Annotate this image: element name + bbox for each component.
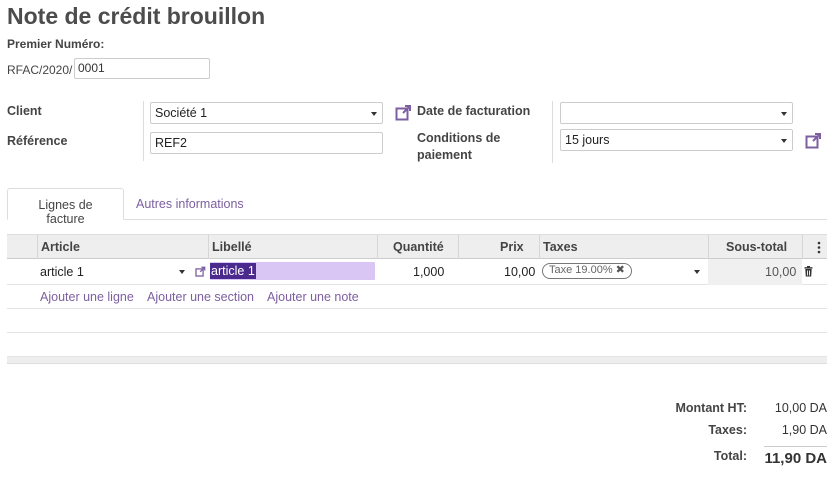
amount-ht-value: 10,00 DA — [774, 401, 827, 415]
column-libelle[interactable]: Libellé — [212, 240, 252, 254]
payment-terms-value: 15 jours — [565, 133, 610, 147]
invoice-date-label: Date de facturation — [417, 104, 531, 118]
chevron-down-icon — [781, 139, 787, 143]
row-libelle[interactable]: article 1 — [210, 263, 256, 279]
empty-row — [7, 309, 827, 333]
notebook-tabs: Lignes de facture Autres informations — [7, 188, 827, 226]
taxes-value: 1,90 DA — [781, 423, 827, 437]
column-quantite[interactable]: Quantité — [393, 240, 444, 254]
client-select[interactable]: Société 1 — [150, 102, 383, 124]
total-label: Total: — [713, 449, 747, 463]
chevron-down-icon[interactable] — [694, 270, 700, 274]
column-sous-total[interactable]: Sous-total — [726, 240, 787, 254]
empty-row — [7, 333, 827, 357]
row-quantite[interactable]: 1,000 — [413, 265, 444, 279]
separator — [552, 101, 553, 163]
row-article[interactable]: article 1 — [40, 265, 84, 279]
separator — [143, 101, 144, 161]
payment-terms-label-line1: Conditions de — [417, 131, 501, 145]
column-prix[interactable]: Prix — [500, 240, 524, 254]
first-number-input[interactable]: 0001 — [74, 58, 210, 79]
page-title: Note de crédit brouillon — [7, 3, 266, 29]
chevron-down-icon — [781, 112, 787, 116]
first-number-label: Premier Numéro: — [7, 37, 105, 51]
reference-label: Référence — [7, 134, 68, 148]
invoice-date-select[interactable] — [560, 102, 793, 124]
tab-other-info[interactable]: Autres informations — [126, 188, 254, 220]
total-value: 11,90 DA — [764, 450, 827, 467]
client-label: Client — [7, 104, 42, 118]
tab-invoice-lines[interactable]: Lignes de facture — [7, 188, 124, 226]
chevron-down-icon — [371, 112, 377, 116]
chevron-down-icon[interactable] — [179, 270, 185, 274]
add-line-link[interactable]: Ajouter une ligne — [40, 290, 134, 304]
taxes-label: Taxes: — [708, 423, 747, 437]
remove-tag-icon[interactable]: ✖ — [616, 264, 625, 276]
column-taxes[interactable]: Taxes — [543, 240, 578, 254]
add-row-links: Ajouter une ligne Ajouter une section Aj… — [7, 285, 827, 309]
row-prix[interactable]: 10,00 — [504, 265, 535, 279]
tax-tag-label: Taxe 19.00% — [549, 264, 613, 276]
payment-terms-label-line2: paiement — [417, 148, 472, 162]
kebab-icon[interactable] — [817, 241, 821, 254]
external-link-icon[interactable] — [395, 104, 412, 121]
first-number-prefix: RFAC/2020/ — [7, 63, 73, 77]
tax-tag: Taxe 19.00% ✖ — [542, 263, 632, 279]
external-link-icon[interactable] — [805, 132, 822, 149]
invoice-lines-table: Article Libellé Quantité Prix Taxes Sous… — [7, 234, 827, 364]
add-section-link[interactable]: Ajouter une section — [147, 290, 254, 304]
add-note-link[interactable]: Ajouter une note — [267, 290, 359, 304]
table-footer — [7, 357, 827, 364]
external-link-icon[interactable] — [195, 266, 206, 277]
reference-input[interactable]: REF2 — [150, 132, 383, 154]
column-article[interactable]: Article — [41, 240, 80, 254]
totals-divider — [764, 446, 827, 447]
table-header: Article Libellé Quantité Prix Taxes Sous… — [7, 234, 827, 259]
table-row[interactable]: article 1 article 1 1,000 10,00 Taxe 19.… — [7, 259, 827, 285]
amount-ht-label: Montant HT: — [675, 401, 747, 415]
client-value: Société 1 — [155, 106, 208, 120]
row-sous-total: 10,00 — [765, 265, 797, 279]
payment-terms-select[interactable]: 15 jours — [560, 129, 793, 151]
trash-icon[interactable] — [804, 266, 813, 277]
